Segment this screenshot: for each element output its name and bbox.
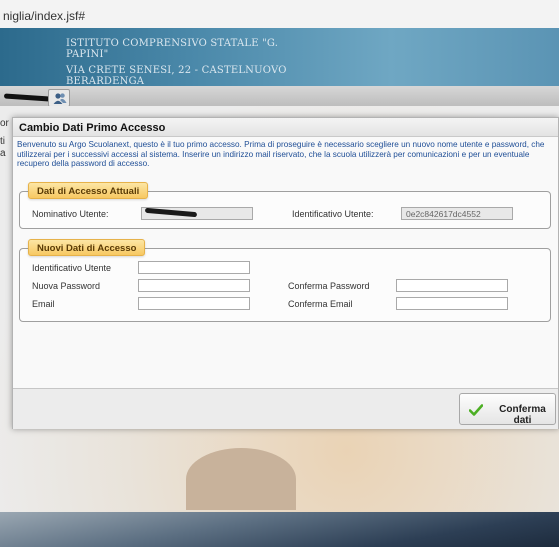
redaction-mark [144,207,198,218]
background-left-fragments: or ti a [0,118,12,178]
fragment-3: a [0,148,6,159]
email-input[interactable] [138,297,250,310]
current-access-data-group: Dati di Accesso Attuali Nominativo Utent… [19,182,551,229]
check-icon [469,404,483,416]
new-access-data-group: Nuovi Dati di Accesso Identificativo Ute… [19,239,551,322]
current-access-legend: Dati di Accesso Attuali [28,182,149,199]
new-password-input[interactable] [138,279,250,292]
confirm-data-button[interactable]: Conferma dati [459,393,556,426]
dialog-intro-text: Benvenuto su Argo Scuolanext, questo è i… [17,140,545,169]
school-name-line1: ISTITUTO COMPRENSIVO STATALE "G. [66,38,279,49]
confirm-data-label: Conferma dati [499,404,546,426]
url-text: niglia/index.jsf# [3,9,86,23]
dialog-title: Cambio Dati Primo Accesso [13,118,558,137]
email-label: Email [32,299,55,309]
school-address-line1: VIA CRETE SENESI, 22 - CASTELNUOVO [66,65,287,76]
address-bar[interactable]: niglia/index.jsf# [0,0,559,28]
current-username-field [141,207,253,220]
fragment-2: ti [0,136,5,147]
dialog-footer: Conferma dati [13,388,558,429]
new-identifier-input[interactable] [138,261,250,274]
new-password-label: Nuova Password [32,281,101,291]
school-info: ISTITUTO COMPRENSIVO STATALE "G. PAPINI"… [66,38,287,87]
confirm-password-input[interactable] [396,279,508,292]
confirm-password-label: Conferma Password [288,281,370,291]
school-name-line2: PAPINI" [66,49,109,60]
first-access-dialog: Cambio Dati Primo Accesso Benvenuto su A… [12,117,559,429]
new-access-legend: Nuovi Dati di Accesso [28,239,146,256]
current-identifier-field: 0e2c842617dc4552 [401,207,513,220]
current-username-label: Nominativo Utente: [32,209,109,219]
confirm-email-input[interactable] [396,297,508,310]
background-illustration [186,448,296,510]
background-bottom-image [0,512,559,547]
user-profile-button[interactable] [48,89,70,107]
users-icon [53,93,67,104]
current-identifier-label: Identificativo Utente: [292,209,374,219]
new-identifier-label: Identificativo Utente [32,263,112,273]
background-toolbar [0,86,559,106]
confirm-email-label: Conferma Email [288,299,353,309]
fragment-1: or [0,118,9,129]
